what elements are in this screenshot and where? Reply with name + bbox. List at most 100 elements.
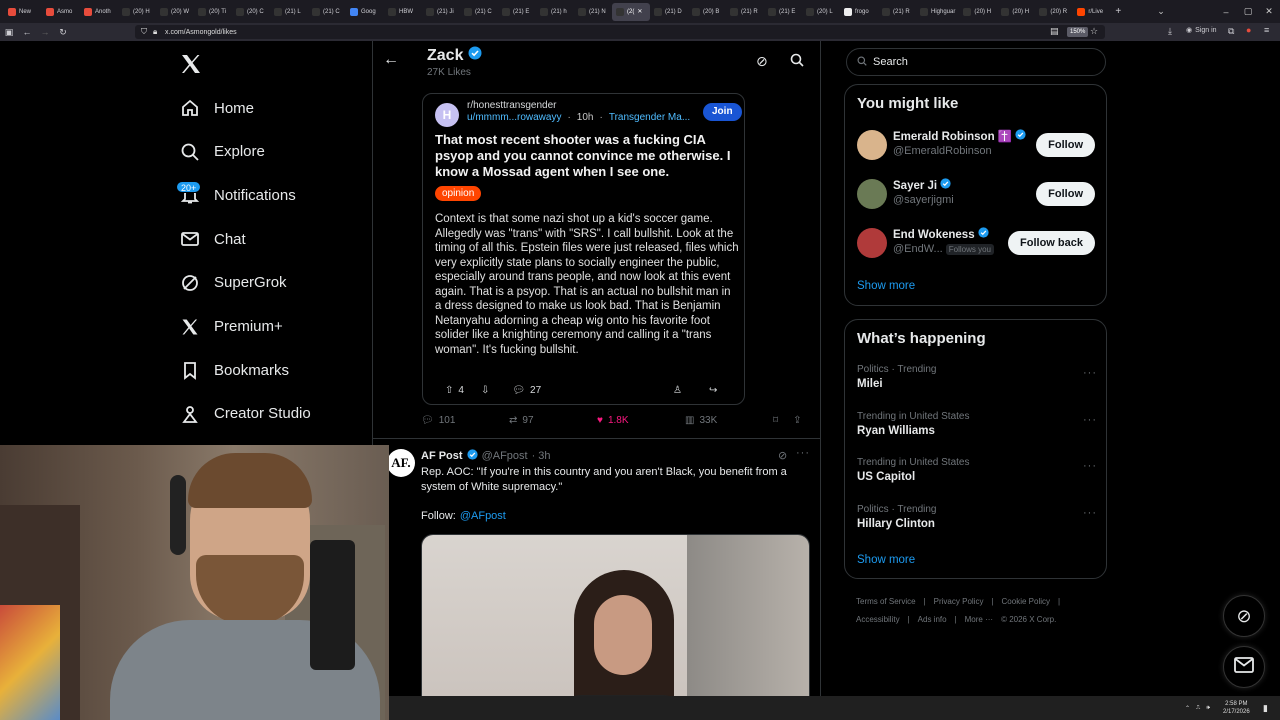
suggested-account[interactable]: Emerald Robinson ✝️ @EmeraldRobinson Foll… bbox=[857, 128, 1095, 164]
footer-link[interactable]: © 2026 X Corp. bbox=[1001, 615, 1056, 624]
footer-link[interactable]: More ··· bbox=[965, 615, 993, 624]
volume-icon[interactable]: 🕪︎ bbox=[1206, 705, 1210, 712]
close-window-button[interactable]: ✕ bbox=[1258, 0, 1280, 23]
browser-tab[interactable]: (21) C bbox=[460, 3, 498, 21]
suggested-account[interactable]: End Wokeness @EndW... Follows you Follow … bbox=[857, 226, 1095, 262]
show-more-link[interactable]: Show more bbox=[857, 554, 915, 566]
clock-time[interactable]: 2:58 PM bbox=[1225, 700, 1247, 708]
menu-icon[interactable]: ≡ bbox=[1264, 25, 1269, 35]
grok-fab-button[interactable]: ⊘ bbox=[1223, 595, 1265, 637]
browser-tab[interactable]: (20) H bbox=[997, 3, 1035, 21]
reddit-embed-card[interactable]: H r/honesttransgender u/mmmm...rowawayy … bbox=[422, 93, 745, 405]
browser-tab[interactable]: r/Live bbox=[1073, 3, 1111, 21]
show-more-link[interactable]: Show more bbox=[857, 280, 915, 292]
share-icon[interactable]: ↪ bbox=[709, 385, 717, 396]
footer-link[interactable]: Cookie Policy bbox=[1002, 597, 1050, 606]
follow-button[interactable]: Follow back bbox=[1008, 231, 1095, 255]
footer-link[interactable]: Terms of Service bbox=[856, 597, 916, 606]
sign-in-button[interactable]: ◉ Sign in bbox=[1186, 26, 1217, 35]
browser-tab[interactable]: (21) R bbox=[878, 3, 916, 21]
browser-tab[interactable]: (20) H bbox=[959, 3, 997, 21]
browser-tab[interactable]: (20) B bbox=[688, 3, 726, 21]
reply-icon[interactable]: 💬︎ bbox=[421, 415, 434, 426]
award-icon[interactable]: ♙ bbox=[673, 385, 682, 396]
more-options-icon[interactable]: ··· bbox=[796, 447, 810, 459]
browser-tab[interactable]: Highguar bbox=[916, 3, 959, 21]
share-icon[interactable]: ⇪ bbox=[793, 415, 801, 426]
browser-tab[interactable]: (20) W bbox=[156, 3, 194, 21]
trend-item[interactable]: Politics · Trending Milei ··· bbox=[857, 364, 1097, 402]
browser-tab[interactable]: (21) E bbox=[498, 3, 536, 21]
more-options-icon[interactable]: ··· bbox=[1083, 507, 1097, 519]
reddit-username[interactable]: u/mmmm...rowawayy bbox=[467, 112, 561, 123]
back-arrow-icon[interactable]: ← bbox=[383, 51, 399, 69]
comment-icon[interactable]: 💬︎ bbox=[512, 385, 525, 396]
upvote-icon[interactable]: ⇧ bbox=[445, 385, 453, 396]
browser-tab[interactable]: HBW bbox=[384, 3, 422, 21]
follow-button[interactable]: Follow bbox=[1036, 133, 1095, 157]
repost-icon[interactable]: ⇄ bbox=[509, 415, 517, 426]
forward-icon[interactable]: → bbox=[36, 27, 54, 37]
sidebar-item-supergrok[interactable]: SuperGrok bbox=[180, 265, 287, 301]
more-options-icon[interactable]: ··· bbox=[1083, 367, 1097, 379]
account-name[interactable]: End Wokeness bbox=[893, 227, 989, 241]
messages-fab-button[interactable] bbox=[1223, 646, 1265, 688]
join-button[interactable]: Join bbox=[703, 103, 742, 121]
avatar[interactable] bbox=[857, 179, 887, 209]
network-icon[interactable]: ⎍ bbox=[1196, 705, 1200, 712]
footer-link[interactable]: Ads info bbox=[918, 615, 947, 624]
grok-icon[interactable]: ⊘ bbox=[778, 449, 787, 462]
downvote-icon[interactable]: ⇩ bbox=[481, 385, 489, 396]
sidebar-item-chat[interactable]: Chat bbox=[180, 221, 246, 257]
x-logo-icon[interactable] bbox=[179, 52, 205, 78]
browser-tab[interactable]: (20) L bbox=[802, 3, 840, 21]
downloads-icon[interactable]: ⤓ bbox=[1168, 26, 1172, 37]
browser-tab[interactable]: frogo bbox=[840, 3, 878, 21]
reader-view-icon[interactable]: ▤ bbox=[1050, 26, 1059, 37]
extensions-icon[interactable]: ⧉ bbox=[1228, 26, 1234, 37]
sidebar-item-home[interactable]: Home bbox=[180, 90, 254, 126]
footer-link[interactable]: Privacy Policy bbox=[934, 597, 984, 606]
browser-tab[interactable]: (21) C bbox=[308, 3, 346, 21]
more-options-icon[interactable]: ··· bbox=[1083, 414, 1097, 426]
sidebar-item-premium[interactable]: Premium+ bbox=[180, 309, 283, 345]
reload-icon[interactable]: ↻ bbox=[54, 27, 72, 38]
author-handle[interactable]: @AFpost bbox=[482, 450, 528, 462]
new-tab-button[interactable]: + bbox=[1111, 3, 1125, 21]
browser-tab[interactable]: Asmo bbox=[42, 3, 80, 21]
trend-item[interactable]: Trending in United States Ryan Williams ··… bbox=[857, 411, 1097, 449]
avatar[interactable]: AF. bbox=[387, 449, 415, 477]
browser-tab[interactable]: (21) D bbox=[650, 3, 688, 21]
tweet-media-video[interactable] bbox=[421, 534, 810, 720]
browser-tab[interactable]: (21) N bbox=[574, 3, 612, 21]
tab-close-icon[interactable]: ✕ bbox=[637, 8, 642, 15]
sidebar-toggle-icon[interactable]: ▣ bbox=[0, 27, 18, 38]
browser-tab[interactable]: (20) Ti bbox=[194, 3, 232, 21]
subreddit-name[interactable]: r/honesttransgender bbox=[467, 100, 557, 111]
sidebar-item-bookmarks[interactable]: Bookmarks bbox=[180, 352, 289, 388]
browser-tab[interactable]: (21) E bbox=[764, 3, 802, 21]
browser-tab[interactable]: (21) Ji bbox=[422, 3, 460, 21]
like-icon[interactable]: ♥ bbox=[597, 415, 603, 426]
browser-tab[interactable]: (21) h bbox=[536, 3, 574, 21]
clock-date[interactable]: 2/17/2026 bbox=[1223, 708, 1250, 716]
sidebar-item-explore[interactable]: Explore bbox=[180, 134, 265, 170]
tweet-time[interactable]: · 3h bbox=[532, 450, 551, 462]
bookmark-icon[interactable]: ⌑ bbox=[773, 415, 778, 426]
browser-tab[interactable]: (21) L bbox=[270, 3, 308, 21]
account-name[interactable]: Emerald Robinson ✝️ bbox=[893, 129, 1026, 143]
avatar[interactable] bbox=[857, 130, 887, 160]
account-name[interactable]: Sayer Ji bbox=[893, 178, 951, 192]
sidebar-item-creator-studio[interactable]: Creator Studio bbox=[180, 396, 311, 432]
minimize-button[interactable]: – bbox=[1215, 0, 1237, 23]
browser-tab[interactable]: (20) R bbox=[1035, 3, 1073, 21]
browser-tab[interactable]: (21) R bbox=[726, 3, 764, 21]
grok-icon[interactable]: ⊘ bbox=[756, 53, 768, 70]
extension-badge-icon[interactable]: ● bbox=[1246, 25, 1251, 35]
browser-tab[interactable]: (2(✕ bbox=[612, 2, 650, 21]
follow-button[interactable]: Follow bbox=[1036, 182, 1095, 206]
browser-tab[interactable]: New bbox=[4, 3, 42, 21]
tray-chevron-icon[interactable]: ⌃ bbox=[1185, 705, 1190, 712]
views-icon[interactable]: ▥ bbox=[685, 415, 694, 426]
mention-link[interactable]: @AFpost bbox=[460, 510, 506, 522]
